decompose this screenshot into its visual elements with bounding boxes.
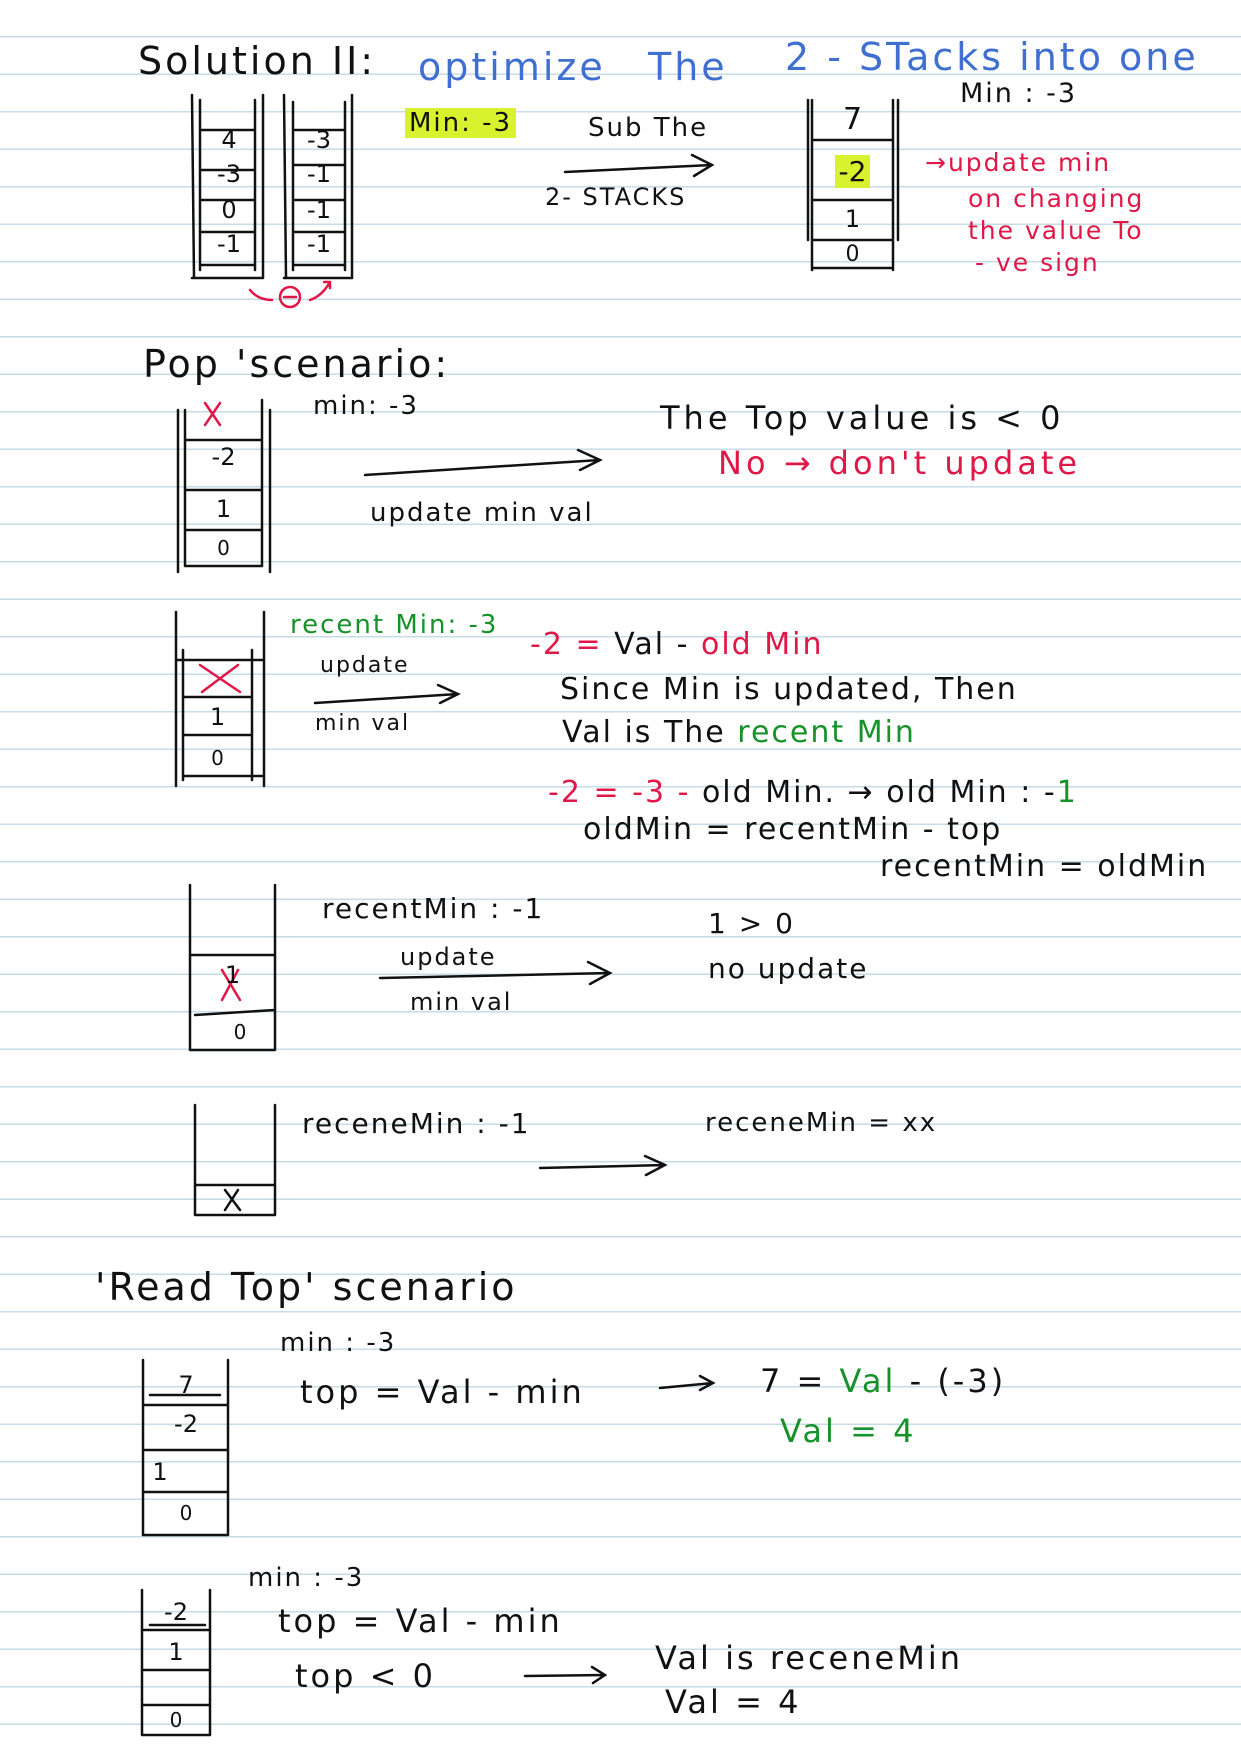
zero-mark (248, 280, 332, 309)
read2-res-2: Val = 4 (665, 1683, 802, 1721)
pop4-recent-min: receneMin : -1 (302, 1107, 531, 1140)
pop2-arrow-top: update (320, 653, 410, 678)
note-line-3: the value To (968, 216, 1144, 245)
read2-res-1: Val is receneMin (655, 1639, 963, 1677)
merged-stack-cell: 1 (844, 205, 861, 233)
pop3-arrow-bottom: min val (410, 988, 513, 1016)
stack-b-cell: -1 (307, 160, 331, 188)
read1-arrow (658, 1374, 716, 1392)
merged-stack-cell: 0 (845, 242, 860, 267)
pop1-stack-cell: 1 (215, 495, 232, 523)
pop2-arrow (313, 683, 461, 705)
stack-a-cell: 0 (221, 196, 237, 224)
pop4-arrow (538, 1154, 668, 1177)
pop2-recent-min: recent Min: -3 (290, 610, 499, 640)
stack-a-cell: 4 (221, 126, 237, 154)
read1-min: min : -3 (280, 1328, 397, 1358)
stack-a-cell: -3 (217, 160, 241, 188)
sub-arrow (563, 153, 715, 178)
pop1-min: min: -3 (313, 391, 419, 421)
pop3-stack-cell: 0 (233, 1020, 247, 1044)
read2-cond: top < 0 (295, 1657, 436, 1695)
sub-arrow-label-bottom: 2- STACKS (545, 183, 687, 211)
stack-b-cell: -1 (307, 230, 331, 258)
solution-title: Solution II: (138, 39, 377, 83)
note-line-1: →update min (925, 148, 1112, 177)
pop2-eq1: -2 = Val - old Min (530, 627, 824, 662)
stack-b-cell: -3 (307, 126, 331, 154)
pop2-stack-cell: 0 (211, 746, 224, 770)
min-label: Min: -3 (405, 108, 517, 138)
read1-eq: 7 = Val - (-3) (760, 1362, 1007, 1400)
pop2-line6: recentMin = oldMin (880, 849, 1209, 884)
pop-title: Pop 'scenario: (143, 342, 451, 386)
read1-stack-cell: -2 (174, 1410, 198, 1438)
merged-stack-cell: -2 (815, 155, 890, 188)
merged-stack-cell: 7 (842, 102, 863, 137)
read1-stack-cell: 0 (179, 1501, 193, 1525)
pop2-stack-cell: 1 (209, 703, 226, 731)
pop4-text: receneMin = xx (705, 1108, 938, 1138)
solution-subtitle: optimize (418, 45, 606, 89)
pop3-arrow-top: update (400, 943, 497, 971)
pop1-text-1: The Top value is < 0 (660, 399, 1065, 437)
pop1-stack-cell: 0 (217, 536, 230, 560)
read2-min: min : -3 (248, 1563, 365, 1593)
sub-arrow-label-top: Sub The (588, 113, 709, 143)
pop3-recent-min: recentMin : -1 (322, 892, 545, 925)
pop1-arrow-label: update min val (370, 498, 594, 528)
pop3-text-2: no update (708, 952, 869, 985)
read1-formula: top = Val - min (300, 1373, 585, 1411)
pop4-stack-outline (193, 1103, 277, 1217)
read1-result: Val = 4 (780, 1412, 917, 1450)
read2-formula: top = Val - min (278, 1602, 563, 1640)
pop1-arrow (363, 448, 603, 477)
pop2-arrow-bottom: min val (315, 711, 411, 736)
stack-a-cell: -1 (217, 230, 241, 258)
read2-arrow (523, 1665, 608, 1685)
solution-subtitle-the: The (648, 45, 728, 89)
read2-stack-cell: 0 (169, 1708, 183, 1732)
stack-b-cell: -1 (307, 196, 331, 224)
read2-stack-cell: -2 (164, 1598, 188, 1626)
pop1-text-2: No → don't update (718, 444, 1082, 482)
merged-min-label: Min : -3 (960, 78, 1078, 109)
note-line-4: - ve sign (975, 248, 1100, 277)
note-line-2: on changing (968, 184, 1145, 213)
read-top-title: 'Read Top' scenario (95, 1265, 518, 1309)
solution-subtitle-rest: 2 - STacks into one (785, 35, 1199, 79)
notebook-page: Solution II: optimize The 2 - STacks int… (0, 0, 1241, 1755)
pop3-stack-cell: 1 (224, 961, 241, 989)
pop2-line5: oldMin = recentMin - top (583, 812, 1003, 847)
pop2-line2: Since Min is updated, Then (560, 672, 1018, 707)
read1-stack-cell: 1 (152, 1458, 168, 1486)
pop2-eq2: -2 = -3 - old Min. → old Min : -1 (548, 775, 1078, 810)
pop3-text-1: 1 > 0 (708, 907, 795, 940)
read2-stack-cell: 1 (168, 1638, 184, 1666)
pop1-stack-cell: -2 (211, 443, 236, 471)
pop2-line3: Val is The recent Min (562, 715, 916, 750)
read1-stack-cell: 7 (178, 1371, 194, 1399)
